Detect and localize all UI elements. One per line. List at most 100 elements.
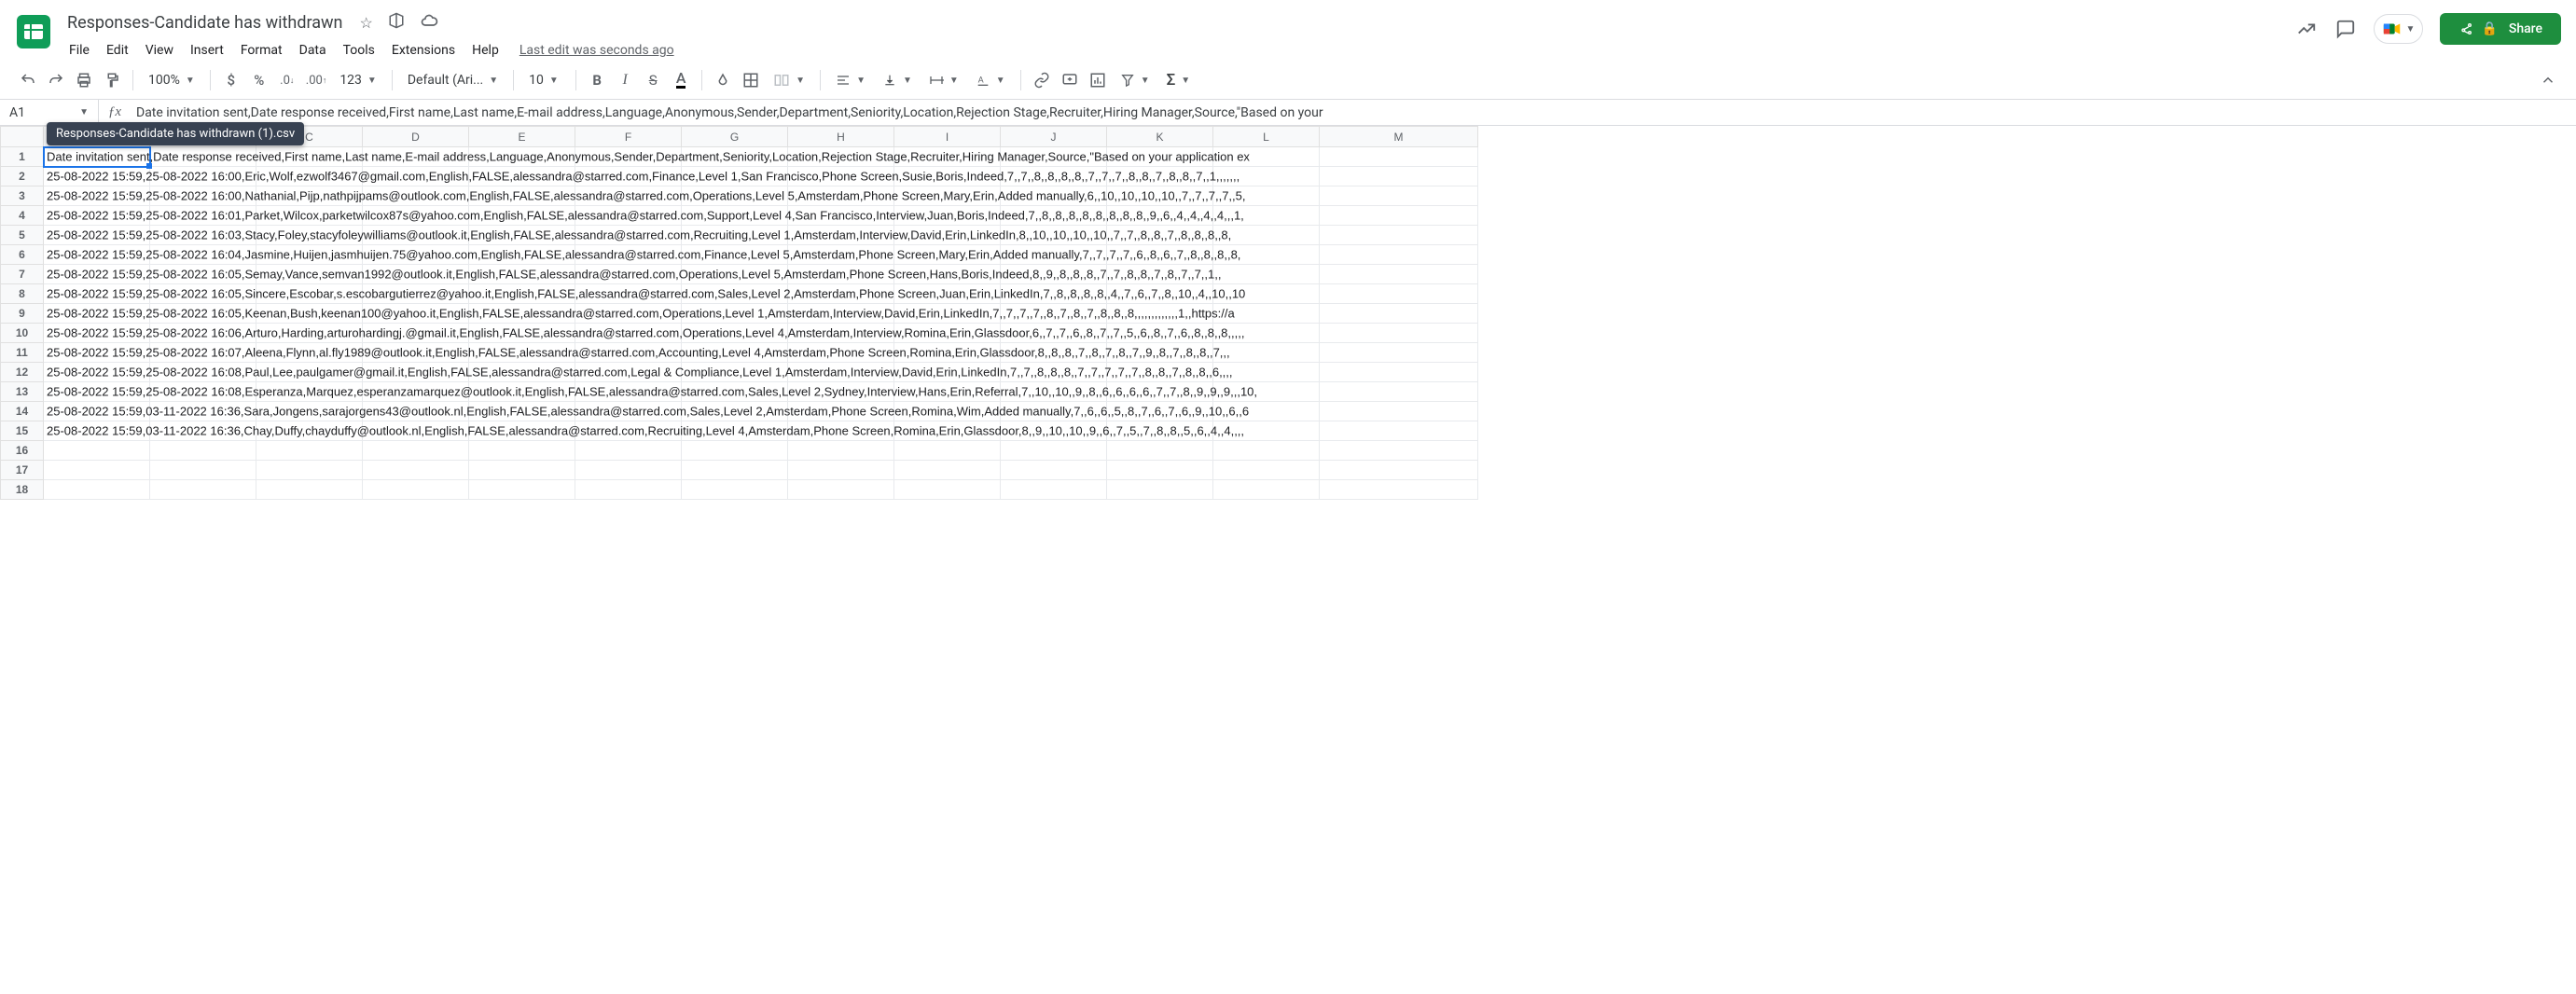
- cell[interactable]: [469, 226, 575, 245]
- cell[interactable]: [1001, 363, 1107, 382]
- cell[interactable]: [150, 245, 256, 265]
- cell[interactable]: [363, 167, 469, 186]
- share-button[interactable]: 🔒Share: [2440, 13, 2561, 45]
- cell[interactable]: [682, 206, 788, 226]
- cell[interactable]: [894, 167, 1001, 186]
- meet-button[interactable]: ▼: [2374, 14, 2424, 44]
- cell[interactable]: 25-08-2022 15:59,25-08-2022 16:05,Keenan…: [44, 304, 150, 324]
- row-header[interactable]: 18: [1, 480, 44, 500]
- menu-extensions[interactable]: Extensions: [384, 39, 463, 62]
- cell[interactable]: [1001, 324, 1107, 343]
- menu-format[interactable]: Format: [233, 39, 290, 62]
- cell[interactable]: [682, 441, 788, 461]
- cell[interactable]: [788, 167, 894, 186]
- cell[interactable]: [894, 441, 1001, 461]
- cell[interactable]: [1320, 186, 1478, 206]
- number-format-select[interactable]: 123▼: [332, 73, 384, 88]
- row-header[interactable]: 2: [1, 167, 44, 186]
- cell[interactable]: [363, 480, 469, 500]
- horizontal-align-button[interactable]: ▼: [828, 73, 873, 88]
- cell[interactable]: [1320, 245, 1478, 265]
- cell[interactable]: [682, 226, 788, 245]
- cell[interactable]: [256, 343, 363, 363]
- row-header[interactable]: 4: [1, 206, 44, 226]
- comments-icon[interactable]: [2334, 18, 2357, 40]
- cell[interactable]: [1001, 186, 1107, 206]
- cell[interactable]: [682, 382, 788, 402]
- cell[interactable]: [1107, 402, 1213, 421]
- cell[interactable]: [894, 304, 1001, 324]
- row-header[interactable]: 12: [1, 363, 44, 382]
- cell[interactable]: [575, 441, 682, 461]
- cell[interactable]: [1320, 402, 1478, 421]
- cell[interactable]: [788, 461, 894, 480]
- cell[interactable]: [575, 461, 682, 480]
- cell[interactable]: [1107, 186, 1213, 206]
- cell[interactable]: [682, 363, 788, 382]
- cell[interactable]: [1320, 363, 1478, 382]
- cell[interactable]: [788, 186, 894, 206]
- cell[interactable]: [1213, 284, 1320, 304]
- cell[interactable]: [575, 245, 682, 265]
- cell[interactable]: [682, 265, 788, 284]
- cell[interactable]: [1213, 441, 1320, 461]
- cell[interactable]: [1001, 304, 1107, 324]
- cell[interactable]: [1213, 206, 1320, 226]
- cell[interactable]: [1213, 402, 1320, 421]
- cell[interactable]: [788, 324, 894, 343]
- cell[interactable]: [575, 226, 682, 245]
- cell[interactable]: 25-08-2022 15:59,25-08-2022 16:05,Semay,…: [44, 265, 150, 284]
- merge-cells-button[interactable]: ▼: [766, 72, 812, 89]
- cell[interactable]: [894, 147, 1001, 167]
- cell[interactable]: [788, 226, 894, 245]
- cell[interactable]: [575, 363, 682, 382]
- cell[interactable]: [256, 304, 363, 324]
- cell[interactable]: [256, 167, 363, 186]
- cell[interactable]: [894, 265, 1001, 284]
- column-header[interactable]: K: [1107, 127, 1213, 147]
- cell[interactable]: [575, 480, 682, 500]
- redo-button[interactable]: [43, 67, 69, 93]
- cell[interactable]: [1213, 324, 1320, 343]
- row-header[interactable]: 13: [1, 382, 44, 402]
- cell[interactable]: [363, 324, 469, 343]
- decrease-decimal-button[interactable]: .0↓: [274, 67, 300, 93]
- cell[interactable]: [1320, 304, 1478, 324]
- cell[interactable]: 25-08-2022 15:59,03-11-2022 16:36,Chay,D…: [44, 421, 150, 441]
- cell[interactable]: [150, 324, 256, 343]
- cell[interactable]: [894, 284, 1001, 304]
- cell[interactable]: [788, 441, 894, 461]
- cell[interactable]: [1213, 480, 1320, 500]
- row-header[interactable]: 17: [1, 461, 44, 480]
- cell[interactable]: [894, 343, 1001, 363]
- cell[interactable]: [575, 343, 682, 363]
- cell[interactable]: [363, 186, 469, 206]
- cell[interactable]: 25-08-2022 15:59,25-08-2022 16:07,Aleena…: [44, 343, 150, 363]
- row-header[interactable]: 5: [1, 226, 44, 245]
- cell[interactable]: [894, 226, 1001, 245]
- menu-help[interactable]: Help: [464, 39, 506, 62]
- cell[interactable]: [1213, 226, 1320, 245]
- cell[interactable]: [575, 265, 682, 284]
- cell[interactable]: [575, 167, 682, 186]
- cell[interactable]: [575, 284, 682, 304]
- row-header[interactable]: 6: [1, 245, 44, 265]
- cell[interactable]: [150, 167, 256, 186]
- cell[interactable]: [469, 147, 575, 167]
- cell[interactable]: [150, 186, 256, 206]
- cell[interactable]: [788, 382, 894, 402]
- cell[interactable]: [469, 421, 575, 441]
- cell[interactable]: 25-08-2022 15:59,25-08-2022 16:00,Nathan…: [44, 186, 150, 206]
- cell[interactable]: [1107, 324, 1213, 343]
- cell[interactable]: [682, 461, 788, 480]
- cell[interactable]: [1213, 147, 1320, 167]
- cell[interactable]: [1213, 304, 1320, 324]
- cell[interactable]: [894, 382, 1001, 402]
- cell[interactable]: [788, 480, 894, 500]
- cell[interactable]: [1320, 284, 1478, 304]
- cell[interactable]: [1107, 265, 1213, 284]
- cell[interactable]: [469, 441, 575, 461]
- cell[interactable]: [363, 284, 469, 304]
- cell[interactable]: [363, 402, 469, 421]
- cell[interactable]: [1107, 343, 1213, 363]
